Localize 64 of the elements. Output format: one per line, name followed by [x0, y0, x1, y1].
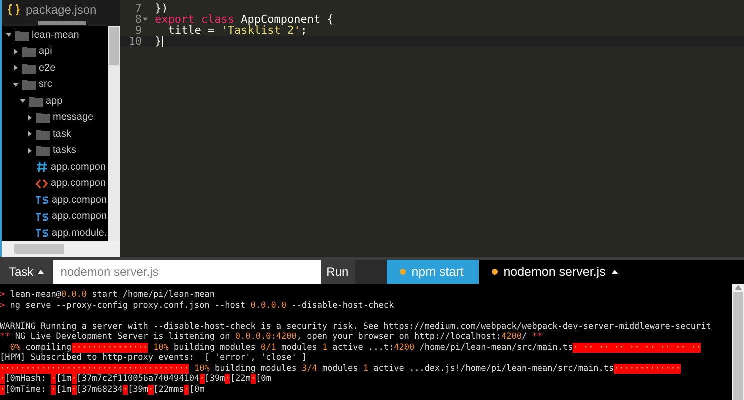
caret-right-icon[interactable] [13, 48, 19, 55]
terminal-line: ** NG Live Development Server is listening on 0.0.0.0:4200, open your browser on http://localhost:4200/ ** [0, 332, 543, 342]
terminal-line: ·[0mTime: ·[1m·[37m68234·[39m·[22mms·[0m [0, 384, 205, 395]
folder-icon [36, 112, 50, 124]
folder-name[interactable]: message [53, 110, 94, 126]
hash-icon [36, 161, 48, 174]
terminal-line: WARNING Running a server with --disable-host-check is a security risk. See https://medium.com/webpack/webpack-dev-server-middleware-securit [0, 322, 712, 332]
code-line: }) [154, 3, 168, 14]
folder-name[interactable]: e2e [39, 60, 56, 76]
caret-down-icon[interactable] [13, 82, 19, 88]
folder-icon [36, 128, 50, 140]
folder-icon [22, 46, 36, 58]
code-line: export class AppComponent { [154, 14, 334, 25]
file-name[interactable]: app.compon [51, 160, 106, 175]
caret-down-icon[interactable] [20, 98, 26, 104]
terminal-line: > ng serve --proxy-config proxy.conf.json --host 0.0.0.0 --disable-host-check [0, 300, 394, 311]
run-button[interactable]: Run [320, 260, 355, 284]
caret-up-icon [612, 270, 618, 274]
folder-icon [36, 145, 50, 156]
horizontal-scrollbar[interactable] [2, 241, 120, 257]
folder-name[interactable]: api [39, 44, 52, 60]
terminal-line: 0% compiling··············· 10% building modules 0/1 modules 1 active ...t:4200 /home/pi/lean-mean/src/main.ts· ·· ·· ·· ·· ·· ·· ·· ·· [9, 342, 702, 353]
line-number: 10 [128, 36, 142, 47]
caret-right-icon[interactable] [27, 131, 33, 138]
task-input[interactable]: nodemon server.js [52, 260, 321, 284]
folder-name[interactable]: lean-mean [32, 28, 80, 43]
folder-icon [15, 30, 29, 41]
ts-icon [36, 229, 49, 238]
folder-icon [22, 79, 36, 90]
scrollbar-thumb[interactable] [38, 21, 86, 25]
terminal-line: ····································· 10% building modules 3/4 modules 1 active ...dex.js!/home/pi/lean-mean/src/main.ts············· [0, 364, 681, 374]
vertical-scrollbar[interactable] [732, 284, 744, 400]
file-name[interactable]: app.compon [51, 176, 106, 192]
task-menu-button[interactable]: Task [0, 260, 53, 284]
caret-right-icon[interactable] [27, 114, 33, 121]
line-number: 7 [135, 3, 142, 14]
file-name[interactable]: app.compon [52, 192, 108, 208]
ts-icon [36, 212, 49, 221]
code-brackets-icon [36, 178, 48, 190]
caret-right-icon[interactable] [27, 148, 33, 154]
file-name[interactable]: app.module. [52, 226, 108, 241]
line-number: 9 [135, 25, 142, 36]
folder-name[interactable]: src [39, 77, 52, 92]
vertical-scrollbar[interactable] [108, 26, 120, 241]
folder-name[interactable]: app [46, 94, 63, 109]
text-cursor [162, 36, 163, 47]
fold-caret-icon[interactable] [143, 17, 148, 22]
caret-right-icon[interactable] [13, 65, 19, 72]
file-name[interactable]: app.compon [52, 209, 108, 224]
code-line: title = 'Tasklist 2'; [168, 25, 308, 36]
terminal-tab[interactable]: nodemon server.js [478, 260, 631, 284]
terminal-line: > lean-mean@0.0.0 start /home/pi/lean-mean [0, 290, 215, 300]
folder-icon [29, 96, 43, 107]
code-line: } [154, 36, 162, 47]
folder-name[interactable]: tasks [53, 143, 76, 158]
caret-up-icon [38, 270, 44, 274]
caret-down-icon[interactable] [6, 32, 12, 38]
terminal-line: [HPM] Subscribed to http-proxy events: [ 'error', 'close' ] [0, 353, 308, 364]
line-number: 8 [135, 14, 142, 25]
folder-icon [22, 62, 36, 74]
braces-icon [8, 4, 20, 16]
ts-icon [36, 196, 49, 204]
folder-name[interactable]: task [53, 126, 72, 142]
terminal-line: ·[0mHash: ·[1m·[37m7c2f110056a740494104·[39m·[22m·[0m [0, 374, 272, 384]
